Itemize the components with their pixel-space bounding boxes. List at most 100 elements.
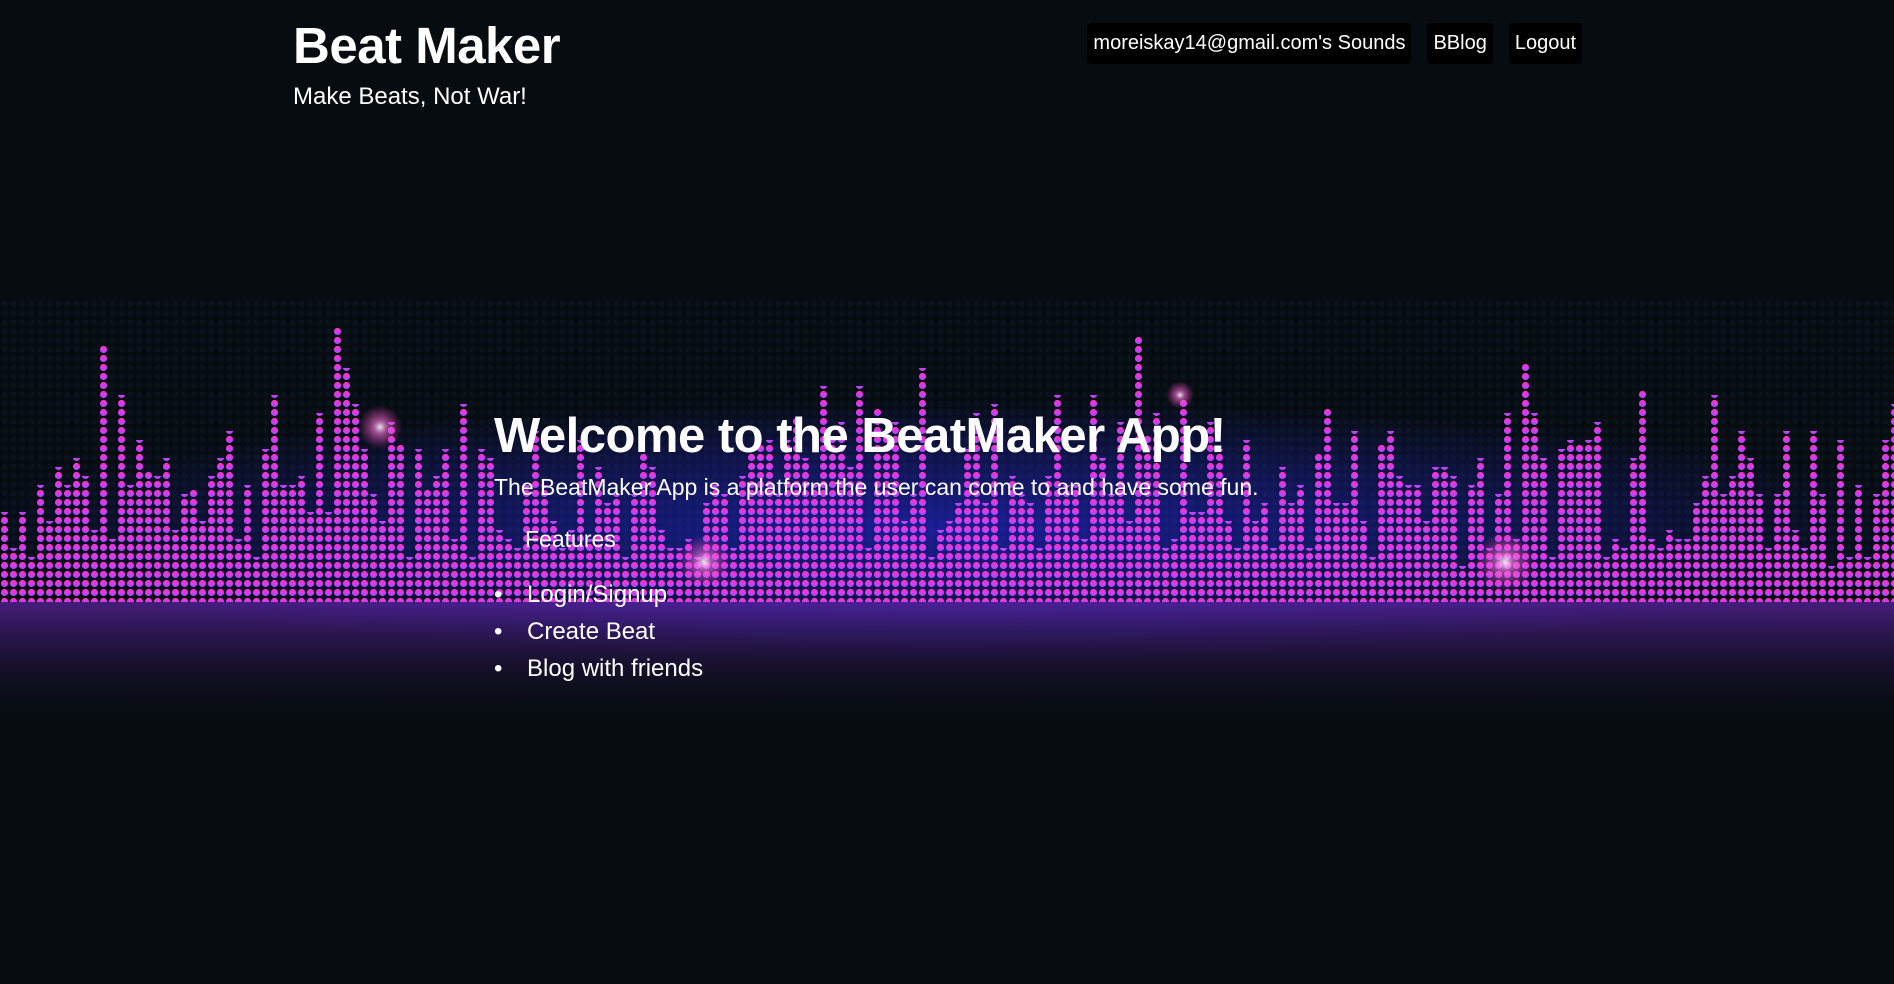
viz-bar	[1404, 485, 1413, 602]
feature-item-create-beat: • Create Beat	[494, 613, 1394, 650]
viz-bar	[1449, 476, 1458, 602]
bullet-icon: •	[494, 655, 503, 682]
viz-bar	[1746, 458, 1755, 602]
viz-bar	[1458, 566, 1467, 602]
viz-bar	[1818, 494, 1827, 602]
viz-sparkle	[1475, 532, 1535, 592]
viz-bar	[108, 539, 117, 602]
viz-bar	[1773, 494, 1782, 602]
viz-bar	[468, 557, 477, 602]
bullet-icon: •	[494, 618, 503, 645]
viz-bar	[360, 449, 369, 602]
viz-bar	[441, 449, 450, 602]
viz-bar	[1674, 539, 1683, 602]
viz-bar	[324, 512, 333, 602]
viz-bar	[1800, 548, 1809, 602]
feature-item-blog: • Blog with friends	[494, 650, 1394, 687]
feature-label: Create Beat	[527, 618, 656, 645]
viz-bar	[189, 488, 198, 602]
viz-bar	[306, 512, 315, 602]
viz-bar	[162, 458, 171, 602]
nav-logout-link[interactable]: Logout	[1508, 23, 1582, 64]
viz-bar	[1755, 494, 1764, 602]
viz-bar	[1620, 548, 1629, 602]
viz-bar	[1422, 521, 1431, 602]
viz-bar	[1728, 476, 1737, 602]
viz-bar	[297, 476, 306, 602]
viz-bar	[1602, 557, 1611, 602]
viz-bar	[63, 485, 72, 602]
viz-bar	[1431, 467, 1440, 602]
viz-bar	[72, 458, 81, 602]
viz-bar	[1836, 440, 1845, 602]
feature-label: Login/Signup	[527, 581, 668, 608]
viz-bar	[216, 458, 225, 602]
welcome-heading: Welcome to the BeatMaker App!	[494, 409, 1226, 463]
top-nav: moreiskay14@gmail.com's Sounds BBlog Log…	[1087, 23, 1582, 64]
viz-bar	[9, 548, 18, 602]
viz-bar	[1692, 503, 1701, 602]
feature-item-login-signup: • Login/Signup	[494, 576, 1394, 613]
brand: Beat Maker Make Beats, Not War!	[293, 14, 561, 112]
viz-bar	[1764, 548, 1773, 602]
viz-bar	[1638, 389, 1647, 602]
viz-bar	[1413, 485, 1422, 602]
viz-sparkle	[1166, 381, 1194, 409]
nav-my-sounds-link[interactable]: moreiskay14@gmail.com's Sounds	[1087, 23, 1412, 64]
viz-bar	[1890, 404, 1894, 602]
viz-bar	[1548, 557, 1557, 602]
viz-bar	[333, 326, 342, 602]
viz-bar	[477, 449, 486, 602]
viz-bar	[180, 494, 189, 602]
viz-bar	[54, 467, 63, 602]
viz-bar	[1440, 467, 1449, 602]
viz-bar	[126, 485, 135, 602]
viz-bar	[1647, 539, 1656, 602]
viz-bar	[252, 557, 261, 602]
viz-bar	[351, 404, 360, 602]
viz-bar	[405, 557, 414, 602]
viz-bar	[1557, 449, 1566, 602]
viz-bar	[1566, 440, 1575, 602]
hero-section: Welcome to the BeatMaker App! The BeatMa…	[494, 406, 1394, 687]
viz-bar	[270, 395, 279, 602]
app-tagline: Make Beats, Not War!	[293, 83, 527, 110]
viz-bar	[1683, 539, 1692, 602]
viz-bar	[288, 485, 297, 602]
viz-bar	[1809, 431, 1818, 602]
viz-bar	[90, 530, 99, 602]
viz-bar	[27, 557, 36, 602]
viz-bar	[1854, 485, 1863, 602]
viz-bar	[45, 521, 54, 602]
viz-bar	[1710, 395, 1719, 602]
viz-bar	[225, 431, 234, 602]
viz-bar	[1539, 458, 1548, 602]
viz-bar	[1737, 431, 1746, 602]
viz-bar	[1827, 566, 1836, 602]
viz-bar	[450, 539, 459, 602]
viz-bar	[396, 443, 405, 602]
viz-bar	[1593, 422, 1602, 602]
viz-bar	[1845, 557, 1854, 602]
nav-blog-link[interactable]: BBlog	[1427, 23, 1493, 64]
viz-bar	[153, 476, 162, 602]
viz-bar	[1719, 494, 1728, 602]
viz-bar	[1467, 485, 1476, 602]
viz-bar	[144, 470, 153, 602]
app-title: Beat Maker	[293, 17, 561, 74]
viz-bar	[378, 521, 387, 602]
viz-bar	[99, 344, 108, 602]
viz-bar	[171, 530, 180, 602]
viz-bar	[243, 485, 252, 602]
viz-bar	[1656, 548, 1665, 602]
viz-bar	[342, 368, 351, 602]
viz-bar	[1629, 458, 1638, 602]
viz-bar	[81, 476, 90, 602]
viz-bar	[261, 449, 270, 602]
viz-bar	[279, 485, 288, 602]
features-heading: Features	[525, 526, 616, 552]
bullet-icon: •	[494, 581, 503, 608]
page: Beat Maker Make Beats, Not War! moreiska…	[0, 0, 1894, 984]
viz-bar	[1665, 530, 1674, 602]
viz-bar	[1872, 494, 1881, 602]
